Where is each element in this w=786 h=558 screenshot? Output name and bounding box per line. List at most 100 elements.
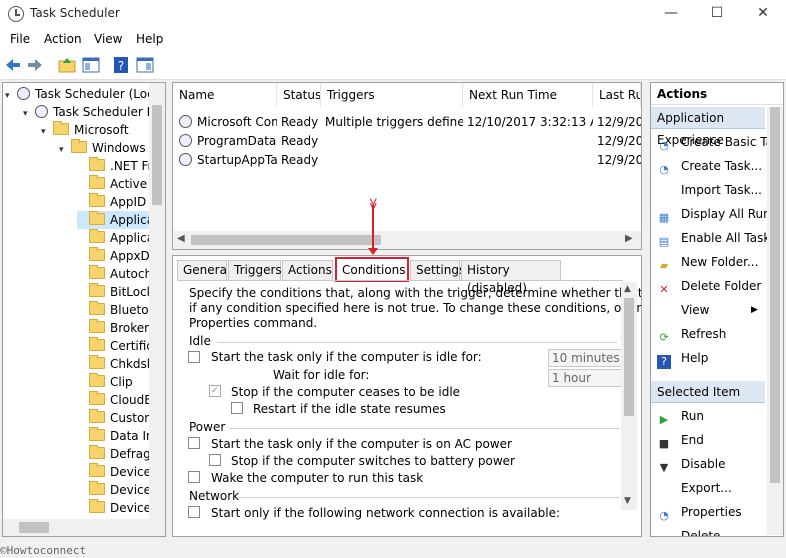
expand-arrow-icon[interactable]: ▾ (5, 87, 17, 105)
watermark: ©Howtoconnect (0, 544, 87, 557)
action-item[interactable]: ◔ Create Task... (657, 155, 777, 177)
up-folder-icon[interactable] (58, 56, 76, 74)
folder-icon (89, 463, 105, 477)
actions-vertical-scrollbar[interactable] (767, 107, 783, 535)
task-status-cell: Ready (281, 153, 319, 167)
action-item[interactable]: ? Help (657, 347, 777, 369)
scroll-up-icon[interactable]: ▲ (624, 284, 631, 294)
task-list-scroll-thumb[interactable] (191, 235, 381, 245)
column-header-triggers[interactable]: Triggers (321, 83, 463, 107)
tab-general[interactable]: General (177, 260, 230, 280)
wait-duration-dropdown[interactable]: 1 hour (548, 369, 628, 387)
action-item[interactable]: ▰ New Folder... (657, 251, 777, 273)
run-icon: ▶ (659, 413, 669, 426)
column-header-name[interactable]: Name (173, 83, 277, 107)
action-item[interactable]: ▼ Disable (657, 453, 777, 475)
action-item[interactable]: Import Task... (657, 179, 777, 201)
show-hide-action-pane-icon[interactable] (136, 56, 154, 74)
menu-help[interactable]: Help (136, 32, 163, 46)
network-start-checkbox[interactable] (188, 506, 200, 518)
close-button[interactable]: ✕ (740, 0, 786, 28)
conditions-scroll-thumb[interactable] (624, 298, 634, 416)
table-row[interactable]: StartupAppTask Ready 12/9/2017 (173, 151, 641, 169)
tab-triggers[interactable]: Triggers (228, 260, 282, 280)
table-row[interactable]: Microsoft Compatibility Appraiser Ready … (173, 113, 641, 131)
tree-hscroll-thumb[interactable] (19, 522, 49, 533)
folder-icon (89, 229, 105, 243)
actions-pane: Actions Application Experience ▲ ◔Create… (650, 82, 784, 537)
stop-if-ceases-checkbox[interactable]: ✓ (209, 385, 221, 397)
menu-view[interactable]: View (94, 32, 122, 46)
maximize-button[interactable]: ☐ (694, 0, 740, 28)
expand-arrow-icon[interactable]: ▾ (23, 105, 35, 123)
action-item[interactable]: ◔ Properties (657, 501, 777, 523)
minimize-button[interactable]: — (648, 0, 694, 28)
action-item[interactable]: ⟳ Refresh (657, 323, 777, 345)
scroll-down-icon[interactable]: ▼ (624, 496, 631, 506)
task-status-cell: Ready (281, 134, 319, 148)
column-header-status[interactable]: Status (277, 83, 321, 107)
battery-stop-checkbox[interactable] (209, 454, 221, 466)
task-list-horizontal-scrollbar[interactable]: ◀ ▶ (173, 231, 641, 249)
tree-item[interactable]: ▾Task Scheduler Library (23, 103, 165, 123)
menu-action[interactable]: Action (44, 32, 82, 46)
tree-horizontal-scrollbar[interactable] (3, 519, 165, 536)
scroll-left-icon[interactable]: ◀ (177, 233, 185, 244)
tree-item[interactable]: ▾ Microsoft (41, 121, 165, 141)
actions-group-application-experience[interactable]: Application Experience (651, 107, 765, 147)
task-next-run-cell: 12/10/2017 3:32:13 AM (467, 115, 593, 129)
tab-conditions[interactable]: Conditions (335, 257, 409, 282)
wake-checkbox[interactable] (188, 471, 200, 483)
action-item[interactable]: ▤ Enable All Tasks History (657, 227, 777, 249)
task-status-cell: Ready (281, 115, 319, 129)
new-folder-icon: ▰ (659, 259, 669, 272)
action-item[interactable]: ▦ Display All Running Tasks (657, 203, 777, 225)
back-arrow-icon[interactable] (4, 56, 22, 74)
forward-arrow-icon[interactable] (26, 56, 44, 74)
idle-duration-dropdown[interactable]: 10 minutes (548, 349, 628, 367)
tree-item-label: Defrag (110, 447, 151, 461)
tab-settings[interactable]: Settings (410, 260, 465, 280)
action-item[interactable]: ✕ Delete Folder (657, 275, 777, 297)
action-item[interactable]: Export... (657, 477, 777, 499)
tree-vertical-scrollbar[interactable] (149, 83, 165, 519)
show-hide-console-tree-icon[interactable] (82, 56, 100, 74)
expand-arrow-icon[interactable]: ▾ (59, 141, 71, 159)
actions-group-selected-item[interactable]: Selected Item (651, 381, 765, 403)
tree-item-label: Microsoft (74, 123, 129, 137)
ac-power-checkbox[interactable] (188, 437, 200, 449)
folder-icon (89, 211, 105, 225)
action-item[interactable]: ▶ Run (657, 405, 777, 427)
task-triggers-cell (325, 151, 463, 169)
menu-bar: File Action View Help (0, 28, 786, 50)
action-item[interactable]: ■ End (657, 429, 777, 451)
conditions-vertical-scrollbar[interactable]: ▲ ▼ (621, 282, 637, 510)
view-submenu-arrow-icon[interactable]: ▶ (751, 305, 758, 315)
tab-history[interactable]: History (disabled) (461, 260, 561, 295)
task-clock-icon (179, 115, 192, 128)
folder-icon (89, 499, 105, 513)
action-item-label: Export... (681, 481, 732, 495)
actions-scroll-thumb[interactable] (770, 107, 780, 483)
column-header-last-run[interactable]: Last Run (593, 83, 641, 107)
end-icon: ■ (658, 437, 670, 450)
expand-arrow-icon[interactable]: ▾ (41, 123, 53, 141)
import-task-icon (657, 183, 671, 197)
action-item[interactable]: ◔ Create Basic Task... (657, 131, 777, 153)
tree-item[interactable]: ▾ Task Scheduler (Local) (5, 85, 165, 105)
restart-if-resumes-checkbox[interactable] (231, 402, 243, 414)
column-header-next-run-time[interactable]: Next Run Time (463, 83, 593, 107)
scroll-right-icon[interactable]: ▶ (625, 233, 633, 244)
action-item[interactable]: View (657, 299, 777, 321)
help-icon[interactable]: ? (112, 56, 130, 74)
tab-actions[interactable]: Actions (282, 260, 333, 280)
status-strip (0, 537, 786, 558)
display-running-icon: ▦ (658, 211, 670, 224)
table-row[interactable]: ProgramDataUpdater Ready 12/9/2017 (173, 132, 641, 150)
toolbar: ? (0, 50, 786, 80)
conditions-intro-line-3: Properties command. (189, 316, 318, 330)
menu-file[interactable]: File (10, 32, 30, 46)
tree-scroll-thumb[interactable] (152, 105, 162, 205)
action-item[interactable]: ✕Delete (657, 525, 777, 536)
idle-start-checkbox[interactable] (188, 351, 200, 363)
